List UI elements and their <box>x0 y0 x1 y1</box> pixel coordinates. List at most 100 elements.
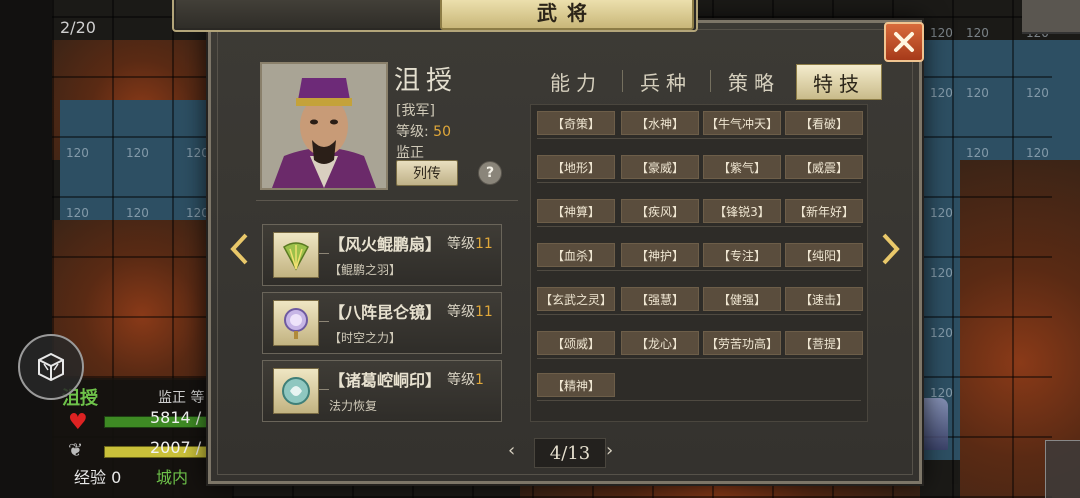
pager-prev-button[interactable]: ‹ <box>508 440 515 461</box>
skill-chip[interactable]: 【纯阳】 <box>785 243 863 267</box>
hero-portrait-image <box>262 64 386 188</box>
city-label: 城内 <box>156 468 189 487</box>
skill-chip[interactable]: 【精神】 <box>537 373 615 397</box>
seal-icon <box>273 368 319 414</box>
treasure-skill: 法力恢复 <box>329 399 378 413</box>
skill-chip[interactable]: 【玄武之灵】 <box>537 287 615 311</box>
help-button[interactable]: ? <box>478 161 502 185</box>
treasure-item[interactable]: 【诸葛崆峒印】 等级1 法力恢复 <box>262 360 502 422</box>
tab-troops[interactable]: 兵种 <box>624 64 708 98</box>
treasure-item[interactable]: 【八阵昆仑镜】 等级11 【时空之力】 <box>262 292 502 354</box>
skill-chip[interactable]: 【菩提】 <box>785 331 863 355</box>
skill-row: 【奇策】 【水神】 【牛气冲天】 【看破】 <box>537 111 863 139</box>
tab-strategy[interactable]: 策略 <box>712 64 796 98</box>
treasure-level-value: 11 <box>475 236 493 252</box>
hp-value: 5814 / <box>150 408 202 427</box>
hero-rank: 监正 <box>396 145 424 161</box>
skill-chip[interactable]: 【颂威】 <box>537 331 615 355</box>
treasure-name: 【风火鲲鹏扇】 <box>329 235 442 254</box>
skill-chip[interactable]: 【强慧】 <box>621 287 699 311</box>
skill-chip[interactable]: 【专注】 <box>703 243 781 267</box>
tile-value: 120 <box>186 206 209 220</box>
mirror-icon <box>273 300 319 346</box>
skill-chip[interactable]: 【血杀】 <box>537 243 615 267</box>
skill-row: 【神算】 【疾风】 【锋锐3】 【新年好】 <box>537 199 863 227</box>
feather-icon: ❦ <box>68 440 84 461</box>
hero-name: 沮授 <box>394 66 459 96</box>
biography-button[interactable]: 列传 <box>396 160 458 186</box>
hero-mini-panel: 沮授 监正 等 ♥ 5814 / ❦ 2007 / 经验 0 城内 <box>52 378 232 498</box>
treasure-level-label: 等级 <box>447 236 475 252</box>
skills-panel: 【奇策】 【水神】 【牛气冲天】 【看破】 【地形】 【豪威】 【紫气】 【威震… <box>530 104 868 422</box>
tile-value: 120 <box>1026 86 1049 100</box>
tile-value: 120 <box>966 26 989 40</box>
exp-value: 经验 0 <box>74 468 122 487</box>
row-divider <box>537 358 861 359</box>
heart-icon: ♥ <box>68 410 88 435</box>
skill-chip[interactable]: 【锋锐3】 <box>703 199 781 223</box>
skill-row: 【颂威】 【龙心】 【劳苦功高】 【菩提】 <box>537 331 863 359</box>
treasure-connector <box>319 389 329 390</box>
skill-chip[interactable]: 【水神】 <box>621 111 699 135</box>
tile-value: 120 <box>186 146 209 160</box>
skill-chip[interactable]: 【神算】 <box>537 199 615 223</box>
skill-chip[interactable]: 【紫气】 <box>703 155 781 179</box>
skill-chip[interactable]: 【疾风】 <box>621 199 699 223</box>
tab-ability[interactable]: 能力 <box>534 64 618 98</box>
tile-value: 120 <box>930 86 953 100</box>
skill-chip[interactable]: 【龙心】 <box>621 331 699 355</box>
hero-portrait <box>260 62 388 190</box>
treasure-name: 【诸葛崆峒印】 <box>329 371 442 390</box>
tile-value: 120 <box>66 146 89 160</box>
next-hero-button[interactable] <box>878 232 904 266</box>
treasure-connector <box>319 253 329 254</box>
row-divider <box>537 400 861 401</box>
treasure-level: 等级11 <box>447 301 493 321</box>
close-button[interactable] <box>884 22 924 62</box>
dialog-title: 武将 <box>537 0 597 25</box>
castle-tile <box>1022 0 1080 34</box>
tile-value: 120 <box>966 86 989 100</box>
chevron-left-icon <box>230 233 248 265</box>
row-divider <box>537 138 861 139</box>
skill-chip[interactable]: 【神护】 <box>621 243 699 267</box>
tile-value: 120 <box>930 206 953 220</box>
pager-next-button[interactable]: › <box>606 440 613 461</box>
map-page-count: 2/20 <box>60 18 96 37</box>
fan-icon <box>273 232 319 278</box>
skill-chip[interactable]: 【牛气冲天】 <box>703 111 781 135</box>
skill-chip[interactable]: 【劳苦功高】 <box>703 331 781 355</box>
treasure-skill: 【时空之力】 <box>329 331 402 345</box>
prev-hero-button[interactable] <box>226 232 252 266</box>
tile-value: 120 <box>930 26 953 40</box>
tile-value: 120 <box>126 146 149 160</box>
section-divider <box>256 200 518 201</box>
treasure-item[interactable]: 【风火鲲鹏扇】 等级11 【鲲鹏之羽】 <box>262 224 502 286</box>
treasure-connector <box>319 321 329 322</box>
skill-chip[interactable]: 【豪威】 <box>621 155 699 179</box>
skill-chip[interactable]: 【速击】 <box>785 287 863 311</box>
tab-separator <box>710 70 711 92</box>
mp-value: 2007 / <box>150 438 202 457</box>
treasure-level-value: 11 <box>475 304 493 320</box>
skill-chip[interactable]: 【看破】 <box>785 111 863 135</box>
hero-mini-rank: 监正 等 <box>158 390 205 406</box>
tab-bar: 能力 兵种 策略 特技 <box>534 64 884 100</box>
tab-skills[interactable]: 特技 <box>796 64 882 100</box>
skill-chip[interactable]: 【新年好】 <box>785 199 863 223</box>
tile-value: 120 <box>66 206 89 220</box>
row-divider <box>537 314 861 315</box>
tile-value: 120 <box>1026 146 1049 160</box>
skill-chip[interactable]: 【地形】 <box>537 155 615 179</box>
hero-faction: [我军] <box>396 103 435 119</box>
close-x-icon <box>894 32 914 52</box>
treasure-name: 【八阵昆仑镜】 <box>329 303 442 322</box>
skill-chip[interactable]: 【威震】 <box>785 155 863 179</box>
skill-chip[interactable]: 【奇策】 <box>537 111 615 135</box>
dialog-title-plate: 武将 <box>440 0 694 30</box>
side-menu-button[interactable] <box>18 334 84 400</box>
treasure-level-value: 1 <box>475 372 484 388</box>
skill-chip[interactable]: 【健强】 <box>703 287 781 311</box>
side-panel-toggle[interactable] <box>1045 440 1080 498</box>
tile-value: 120 <box>930 266 953 280</box>
